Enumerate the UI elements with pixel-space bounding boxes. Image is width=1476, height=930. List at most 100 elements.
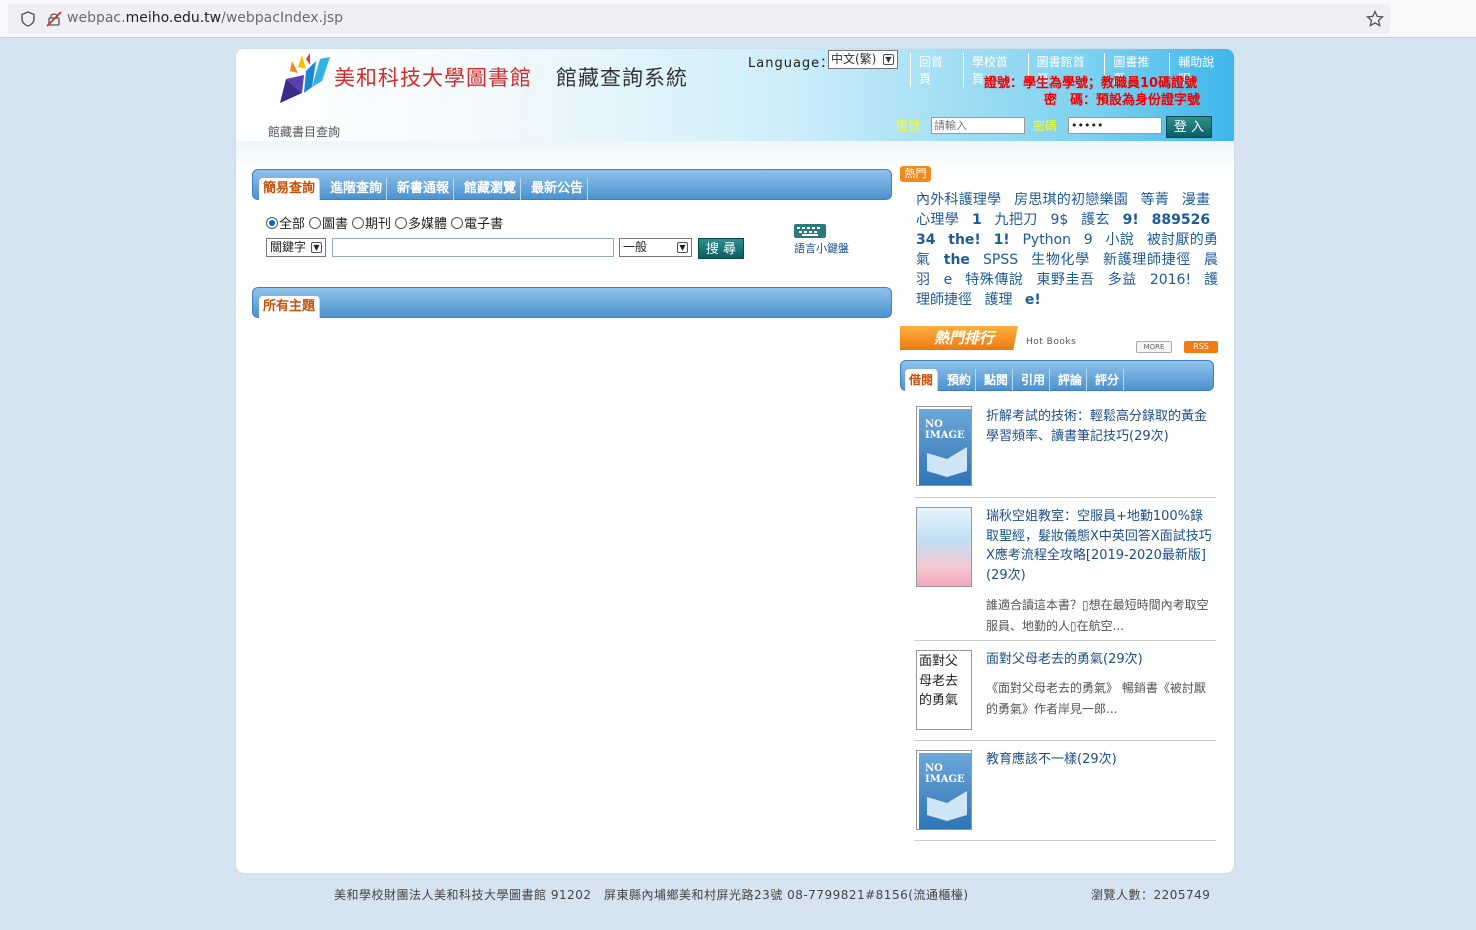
- book-description: 《面對父母老去的勇氣》 暢銷書《被討厭的勇氣》作者岸見一郎...: [986, 681, 1206, 716]
- tab-browse[interactable]: 館藏瀏覽: [460, 178, 522, 200]
- ranking-tabbar: 借閱 預約 點閱 引用 評論 評分: [900, 360, 1214, 391]
- language-select[interactable]: 中文(繁) ▼: [828, 50, 898, 69]
- topics-tabbar: 所有主題: [252, 287, 892, 318]
- tab-simple-search[interactable]: 簡易查詢: [259, 178, 321, 200]
- footer-address: 美和學校財團法人美和科技大學圖書館 91202 屏東縣內埔鄉美和村屏光路23號 …: [334, 888, 969, 902]
- book-title[interactable]: 教育應該不一樣(29次): [986, 750, 1216, 770]
- hot-tag[interactable]: SPSS: [983, 252, 1018, 268]
- hot-book-item[interactable]: 面對父母老去的勇氣 面對父母老去的勇氣(29次) 《面對父母老去的勇氣》 暢銷書…: [914, 641, 1216, 741]
- hot-book-item[interactable]: NO IMAGE 折解考試的技術：輕鬆高分錄取的黃金學習頻率、讀書筆記技巧(29…: [914, 398, 1216, 498]
- tab-reserve[interactable]: 預約: [943, 369, 977, 391]
- search-field-select[interactable]: 關鍵字 ▼: [266, 238, 326, 257]
- keyboard-icon[interactable]: [794, 224, 826, 238]
- book-cover[interactable]: [916, 507, 972, 587]
- book-cover[interactable]: 面對父母老去的勇氣: [916, 650, 972, 730]
- hot-books-label: Hot Books: [1026, 337, 1077, 347]
- hot-tag[interactable]: 9$: [1050, 212, 1068, 228]
- nav-link-home[interactable]: 回首頁: [910, 53, 963, 87]
- radio-journals[interactable]: 期刊: [352, 213, 391, 232]
- radio-all[interactable]: 全部: [266, 213, 305, 232]
- tab-all-topics[interactable]: 所有主題: [259, 296, 321, 318]
- hot-tag[interactable]: 等菁: [1141, 192, 1169, 208]
- hot-ranking-title: 熱門排行: [900, 326, 1018, 350]
- hot-book-item[interactable]: NO IMAGE 教育應該不一樣(29次): [914, 741, 1216, 841]
- hot-tag[interactable]: 2016!: [1150, 272, 1191, 288]
- library-logo[interactable]: [276, 53, 332, 105]
- search-mode-select[interactable]: 一般 ▼: [619, 238, 692, 257]
- tab-advanced-search[interactable]: 進階查詢: [326, 178, 388, 200]
- hot-tag[interactable]: the: [944, 252, 970, 268]
- hot-tag[interactable]: 特殊傳說: [965, 272, 1023, 288]
- chevron-down-icon: ▼: [311, 242, 322, 253]
- language-label: Language：: [748, 56, 835, 71]
- bookmark-star-icon[interactable]: [1366, 10, 1384, 28]
- address-bar[interactable]: webpac.meiho.edu.tw/webpacIndex.jsp: [8, 4, 1390, 34]
- school-name: 美和科技大學圖書館: [334, 66, 532, 90]
- radio-ebooks[interactable]: 電子書: [451, 213, 503, 232]
- hot-tag[interactable]: 多益: [1108, 272, 1137, 288]
- hot-tag[interactable]: the!: [948, 232, 981, 248]
- page-container: 美和科技大學圖書館 館藏查詢系統 館藏書目查詢 Language： 中文(繁) ▼…: [236, 49, 1234, 873]
- hot-tag[interactable]: 1: [972, 212, 982, 228]
- book-cover[interactable]: NO IMAGE: [916, 406, 972, 486]
- tab-circulation[interactable]: 借閱: [905, 369, 939, 391]
- hot-tag[interactable]: 9!: [1123, 212, 1139, 228]
- book-cover[interactable]: NO IMAGE: [916, 750, 972, 830]
- hot-tag[interactable]: 新護理師捷徑: [1103, 252, 1191, 268]
- url-text: webpac.meiho.edu.tw/webpacIndex.jsp: [67, 10, 344, 26]
- password-input[interactable]: •••••: [1068, 117, 1162, 134]
- hot-tag[interactable]: 心理學: [916, 212, 959, 228]
- search-button[interactable]: 搜 尋: [698, 238, 744, 259]
- chevron-down-icon: ▼: [883, 54, 894, 65]
- shield-icon[interactable]: [20, 11, 36, 27]
- hot-tag[interactable]: e!: [1025, 292, 1041, 308]
- radio-books[interactable]: 圖書: [309, 213, 348, 232]
- page-subtitle: 館藏書目查詢: [268, 125, 341, 139]
- tab-citations[interactable]: 引用: [1017, 369, 1051, 391]
- hot-tag[interactable]: Python: [1022, 232, 1071, 248]
- radio-multimedia[interactable]: 多媒體: [395, 213, 447, 232]
- keyboard-label[interactable]: 語言小鍵盤: [794, 240, 849, 256]
- tab-new-books[interactable]: 新書通報: [393, 178, 455, 200]
- book-description: 誰適合讀這本書？▯想在最短時間內考取空服員、地勤的人▯在航空...: [986, 598, 1209, 633]
- search-tabbar: 簡易查詢 進階查詢 新書通報 館藏瀏覽 最新公告: [252, 169, 892, 200]
- insecure-lock-icon[interactable]: [46, 11, 62, 27]
- system-name: 館藏查詢系統: [556, 66, 688, 90]
- account-input[interactable]: 請輸入: [931, 117, 1025, 134]
- keyword-input[interactable]: [332, 238, 614, 257]
- login-button[interactable]: 登 入: [1166, 116, 1212, 138]
- tab-views[interactable]: 點閱: [980, 369, 1014, 391]
- hot-tag[interactable]: 34: [916, 232, 935, 248]
- tab-reviews[interactable]: 評論: [1054, 369, 1088, 391]
- hot-tag[interactable]: 9: [1084, 232, 1093, 248]
- hot-tag[interactable]: e: [944, 272, 953, 288]
- hot-tag[interactable]: 生物化學: [1031, 252, 1090, 268]
- hot-tag[interactable]: 漫畫: [1182, 192, 1210, 208]
- more-button[interactable]: MORE: [1136, 341, 1172, 353]
- hot-tag[interactable]: 889526: [1152, 212, 1210, 228]
- hot-tag[interactable]: 護理: [984, 292, 1012, 308]
- password-label: 密碼: [1033, 119, 1058, 133]
- hot-badge: 熱門: [900, 166, 931, 182]
- hot-tag-cloud: 內外科護理學 房思琪的初戀樂園 等菁 漫畫 心理學 1 九把刀 9$ 護玄 9!…: [916, 190, 1218, 310]
- rss-button[interactable]: RSS: [1184, 341, 1218, 353]
- chevron-down-icon: ▼: [677, 242, 688, 253]
- tab-ratings[interactable]: 評分: [1091, 369, 1125, 391]
- browser-toolbar: webpac.meiho.edu.tw/webpacIndex.jsp: [0, 0, 1476, 38]
- visitor-counter: 瀏覽人數：2205749: [1091, 888, 1211, 902]
- hot-tag[interactable]: 房思琪的初戀樂園: [1014, 192, 1128, 208]
- password-notice: 密 碼：預設為身份證字號: [1044, 93, 1201, 108]
- hot-tag[interactable]: 九把刀: [995, 212, 1038, 228]
- hot-tag[interactable]: 內外科護理學: [916, 192, 1001, 208]
- book-title[interactable]: 面對父母老去的勇氣(29次): [986, 650, 1216, 670]
- book-title[interactable]: 瑞秋空姐教室：空服員+地勤100%錄取聖經，髮妝儀態X中英回答X面試技巧X應考流…: [986, 507, 1216, 585]
- hot-tag[interactable]: 東野圭吾: [1036, 272, 1094, 288]
- site-header: 美和科技大學圖書館 館藏查詢系統 館藏書目查詢 Language： 中文(繁) ▼…: [236, 49, 1234, 171]
- book-title[interactable]: 折解考試的技術：輕鬆高分錄取的黃金學習頻率、讀書筆記技巧(29次): [986, 407, 1216, 446]
- hot-book-item[interactable]: 瑞秋空姐教室：空服員+地勤100%錄取聖經，髮妝儀態X中英回答X面試技巧X應考流…: [914, 498, 1216, 641]
- material-type-options: 全部 圖書 期刊 多媒體 電子書: [266, 213, 507, 232]
- hot-tag[interactable]: 小說: [1105, 232, 1134, 248]
- hot-tag[interactable]: 1!: [994, 232, 1010, 248]
- tab-announcements[interactable]: 最新公告: [527, 178, 589, 200]
- hot-tag[interactable]: 護玄: [1081, 212, 1110, 228]
